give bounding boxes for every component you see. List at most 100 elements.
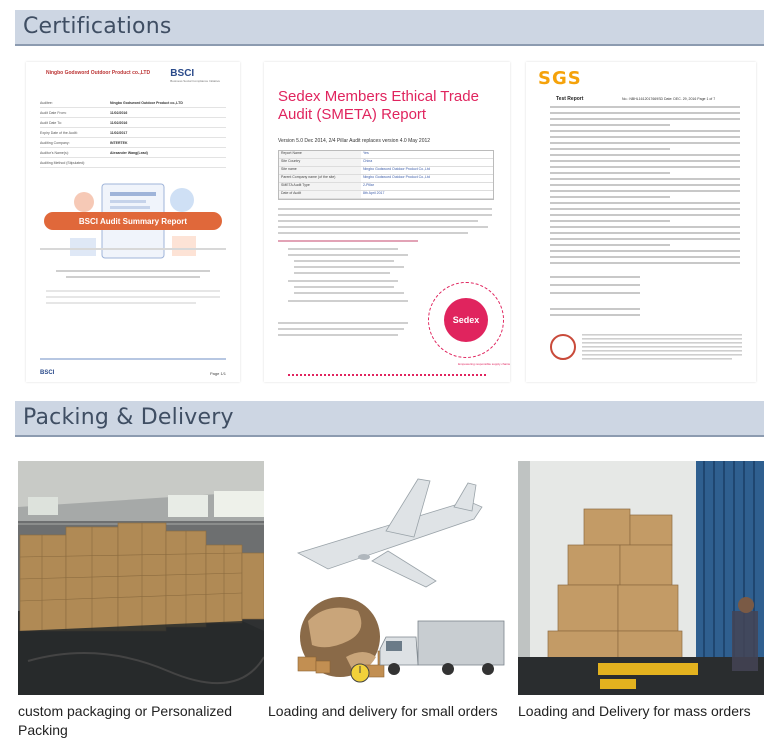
- smeta-info-row: Report Name Yes: [279, 151, 493, 159]
- container-loading-photo[interactable]: [518, 461, 764, 695]
- bsci-info-key: Audit Date To:: [40, 120, 62, 125]
- smeta-info-key: Parent Company name (of the site): [279, 175, 361, 182]
- smeta-footer-dots: [288, 374, 486, 376]
- bsci-info-row: Audit Date From: 11/02/2016: [40, 108, 226, 118]
- bsci-page-number: Page 1/1: [209, 371, 226, 376]
- bsci-info-key: Auditee:: [40, 100, 53, 105]
- certifications-title: Certifications: [23, 14, 172, 39]
- bsci-info-value: Alexander Wang(Lead): [110, 150, 148, 155]
- packing-delivery-title: Packing & Delivery: [23, 405, 234, 430]
- sgs-text-line: [550, 244, 670, 246]
- sedex-badge: Sedex: [444, 298, 488, 342]
- bsci-info-key: Auditing Company:: [40, 140, 70, 145]
- sgs-text-line: [550, 112, 740, 114]
- sgs-text-line: [550, 308, 640, 310]
- smeta-info-row: Parent Company name (of the site) Ningbo …: [279, 175, 493, 183]
- sgs-text-line: [550, 148, 670, 150]
- sgs-text-line: [550, 184, 740, 186]
- bsci-info-row: Auditee: Ningbo Godsword Outdoor Product …: [40, 98, 226, 108]
- smeta-info-row: Site name Ningbo Godsword Outdoor Product…: [279, 167, 493, 175]
- sgs-report-label: Test Report: [556, 96, 584, 102]
- smeta-info-row: Site Country China: [279, 159, 493, 167]
- bsci-info-key: Auditor's Name(s):: [40, 150, 69, 155]
- bsci-report-banner: BSCI Audit Summary Report: [44, 212, 222, 230]
- bsci-info-value: Ningbo Godsword Outdoor Product co.,LTD: [110, 100, 183, 105]
- smeta-version: Version 5.0 Dec 2014, 2/4 Pillar Audit r…: [278, 138, 431, 144]
- sgs-fine-print: [582, 334, 742, 360]
- sgs-text-line: [550, 130, 740, 132]
- sgs-text-line: [550, 214, 740, 216]
- smeta-info-key: SMETA Audit Type: [279, 183, 361, 190]
- sgs-text-line: [550, 284, 640, 286]
- sgs-text-line: [550, 106, 740, 108]
- sgs-text-line: [550, 220, 670, 222]
- smeta-info-key: Site Country: [279, 159, 361, 166]
- sgs-text-line: [550, 232, 740, 234]
- bsci-certificate-image[interactable]: Ningbo Godsword Outdoor Product co.,LTD …: [26, 62, 240, 382]
- bsci-info-value: INTERTEK: [110, 140, 128, 145]
- bsci-info-row: Auditor's Name(s): Alexander Wang(Lead): [40, 148, 226, 158]
- bsci-info-row: Auditing Method (Stipulated):: [40, 158, 226, 168]
- sgs-text-line: [550, 142, 740, 144]
- smeta-info-value: 2-Pillar: [363, 183, 374, 187]
- bsci-logo: BSCI Business Social Compliance Initiativ…: [170, 68, 220, 83]
- bsci-info-table: Auditee: Ningbo Godsword Outdoor Product …: [40, 98, 226, 168]
- smeta-info-key: Date of Audit: [279, 191, 361, 198]
- smeta-info-value: Ningbo Godsword Outdoor Product Co.,Ltd: [363, 167, 430, 171]
- bsci-info-value: 11/02/2017: [110, 130, 128, 135]
- sgs-text-line: [550, 172, 670, 174]
- sedex-ring-text: Empowering responsible supply chains: [458, 362, 510, 366]
- sgs-text-line: [550, 226, 740, 228]
- smeta-info-row: SMETA Audit Type 2-Pillar: [279, 183, 493, 191]
- bsci-info-key: Audit Date From:: [40, 110, 67, 115]
- bsci-footer-logo: BSCI: [40, 370, 55, 376]
- sgs-text-line: [550, 136, 740, 138]
- sgs-text-line: [550, 160, 740, 162]
- caption-custom-packaging: custom packaging or Personalized Packing: [18, 703, 233, 738]
- sgs-text-line: [550, 124, 670, 126]
- sgs-text-line: [550, 190, 740, 192]
- bsci-info-value: 11/02/2016: [110, 120, 128, 125]
- sgs-text-line: [550, 256, 740, 258]
- sgs-text-line: [550, 202, 740, 204]
- sgs-certificate-image[interactable]: SGS Test Report No.: NBHL1612017669SD Da…: [526, 62, 756, 382]
- sgs-text-line: [550, 208, 740, 210]
- bsci-info-value: 11/02/2016: [110, 110, 128, 115]
- sgs-text-line: [550, 166, 740, 168]
- sgs-logo: SGS: [538, 68, 582, 89]
- smeta-info-value: 8th April 2017: [363, 191, 385, 195]
- smeta-info-key: Report Name: [279, 151, 361, 158]
- sgs-text-line: [550, 238, 740, 240]
- bsci-info-row: Expiry Date of the Audit: 11/02/2017: [40, 128, 226, 138]
- smeta-info-value: China: [363, 159, 373, 163]
- airplane-truck-globe-photo[interactable]: [268, 461, 514, 695]
- sgs-text-line: [550, 196, 670, 198]
- sgs-stamp: [550, 334, 576, 360]
- smeta-title: Sedex Members Ethical Trade Audit (SMETA…: [278, 88, 479, 123]
- caption-small-orders: Loading and delivery for small orders: [268, 703, 498, 719]
- sgs-text-line: [550, 292, 640, 294]
- sgs-text-line: [550, 276, 640, 278]
- sgs-text-line: [550, 154, 740, 156]
- sgs-text-line: [550, 262, 740, 264]
- smeta-info-row: Date of Audit 8th April 2017: [279, 191, 493, 199]
- bsci-info-key: Expiry Date of the Audit:: [40, 130, 78, 135]
- sgs-report-number: No.: NBHL1612017669SD Date: DEC. 29, 201…: [622, 97, 716, 101]
- certifications-header: Certifications: [15, 10, 764, 46]
- bsci-company: Ningbo Godsword Outdoor Product co.,LTD: [46, 70, 151, 76]
- warehouse-cartons-photo[interactable]: [18, 461, 264, 695]
- smeta-info-value: Yes: [363, 151, 369, 155]
- bsci-info-row: Auditing Company: INTERTEK: [40, 138, 226, 148]
- smeta-info-value: Ningbo Godsword Outdoor Product Co.,Ltd: [363, 175, 430, 179]
- sgs-text-line: [550, 314, 640, 316]
- bsci-info-key: Auditing Method (Stipulated):: [40, 160, 86, 165]
- smeta-info-key: Site name: [279, 167, 361, 174]
- sgs-text-line: [550, 178, 740, 180]
- caption-mass-orders: Loading and Delivery for mass orders: [518, 703, 751, 719]
- bsci-info-row: Audit Date To: 11/02/2016: [40, 118, 226, 128]
- packing-delivery-header: Packing & Delivery: [15, 401, 764, 437]
- smeta-info-table: Report Name Yes Site Country China Site name…: [278, 150, 494, 200]
- smeta-certificate-image[interactable]: Sedex Members Ethical Trade Audit (SMETA…: [264, 62, 510, 382]
- sgs-text-line: [550, 250, 740, 252]
- sgs-text-line: [550, 118, 740, 120]
